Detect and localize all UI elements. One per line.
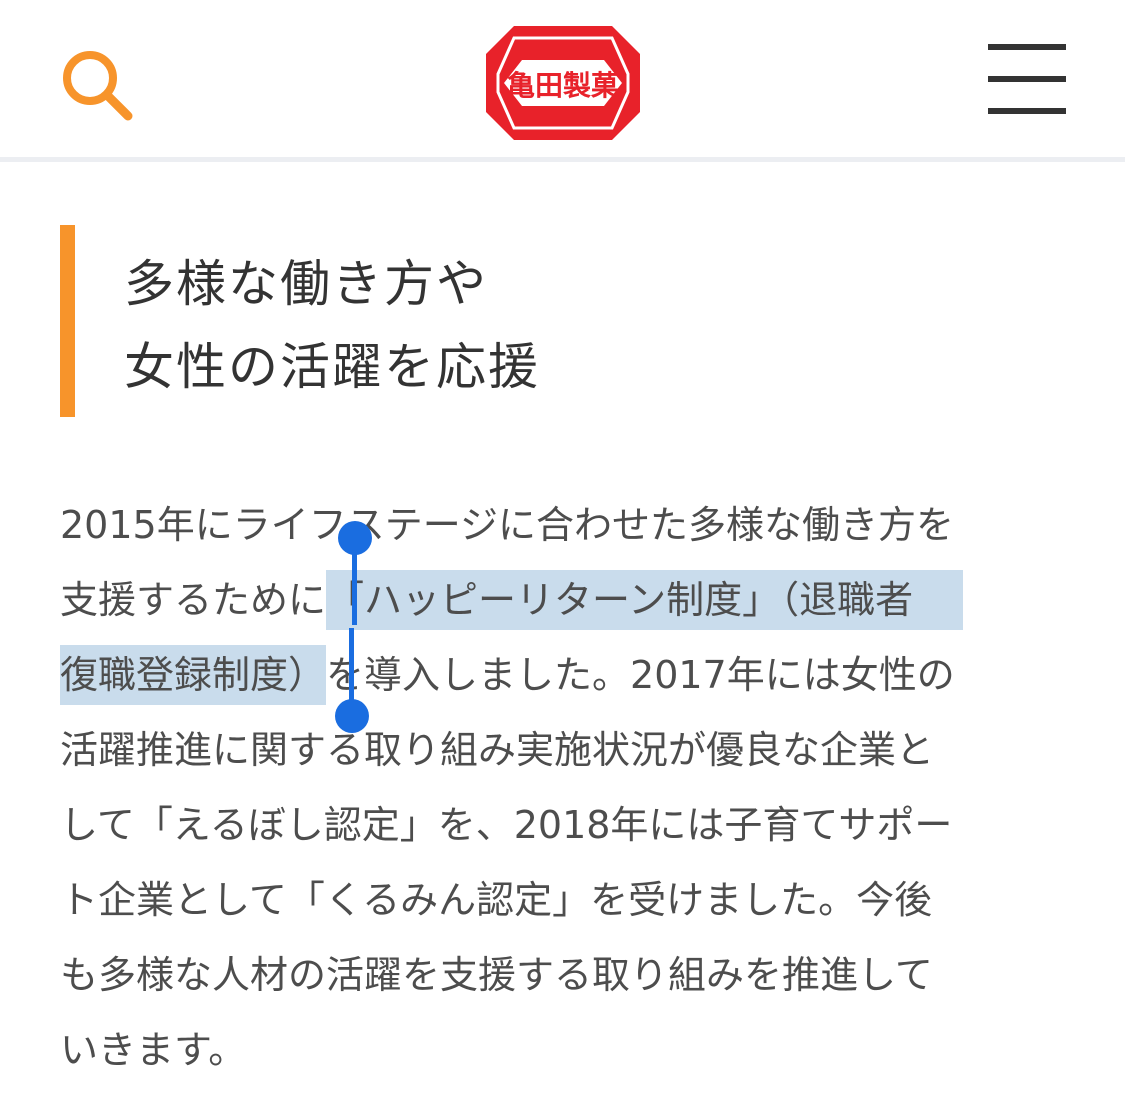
selection-end-handle[interactable] [335,699,369,733]
site-header: 亀田製菓 [0,0,1125,162]
section-heading: 多様な働き方や 女性の活躍を応援 [60,225,1060,417]
search-icon [63,51,133,121]
search-button[interactable] [58,46,138,126]
paragraph-line: して「えるぼし認定」を、2018年には子育てサポー [60,803,953,847]
page-title: 多様な働き方や 女性の活躍を応援 [124,243,540,409]
selection-start-handle[interactable] [338,521,372,555]
heading-line-1: 多様な働き方や [124,255,488,313]
paragraph-line: 復職登録制度）を導入しました。2017年には女性の [60,638,1070,713]
body-paragraph[interactable]: 2015年にライフステージに合わせた多様な働き方を 支援するために「ハッピーリタ… [60,488,1070,1088]
selected-text: 復職登録制度） [60,645,327,705]
company-logo[interactable]: 亀田製菓 [484,24,642,142]
logo-emblem: 亀田製菓 [486,26,640,140]
paragraph-line: ト企業として「くるみん認定」を受けました。今後 [60,878,933,922]
svg-text:亀田製菓: 亀田製菓 [507,69,620,102]
paragraph-line: いきます。 [60,1028,247,1072]
plain-text: を導入しました。2017年には女性の [326,653,955,697]
heading-accent-bar [60,225,75,417]
heading-line-2: 女性の活躍を応援 [124,338,540,396]
menu-bar [988,76,1066,82]
paragraph-line: 2015年にライフステージに合わせた多様な働き方を [60,503,954,547]
plain-text: 支援するために [60,578,327,622]
menu-bar [988,44,1066,50]
menu-bar [988,108,1066,114]
hamburger-menu-button[interactable] [988,42,1066,116]
paragraph-line: 支援するために「ハッピーリターン制度」（退職者 [60,563,1070,638]
selected-text: 「ハッピーリターン制度」（退職者 [326,570,964,630]
paragraph-line: 活躍推進に関する取り組み実施状況が優良な企業と [60,728,935,772]
paragraph-line: も多様な人材の活躍を支援する取り組みを推進して [60,953,933,997]
